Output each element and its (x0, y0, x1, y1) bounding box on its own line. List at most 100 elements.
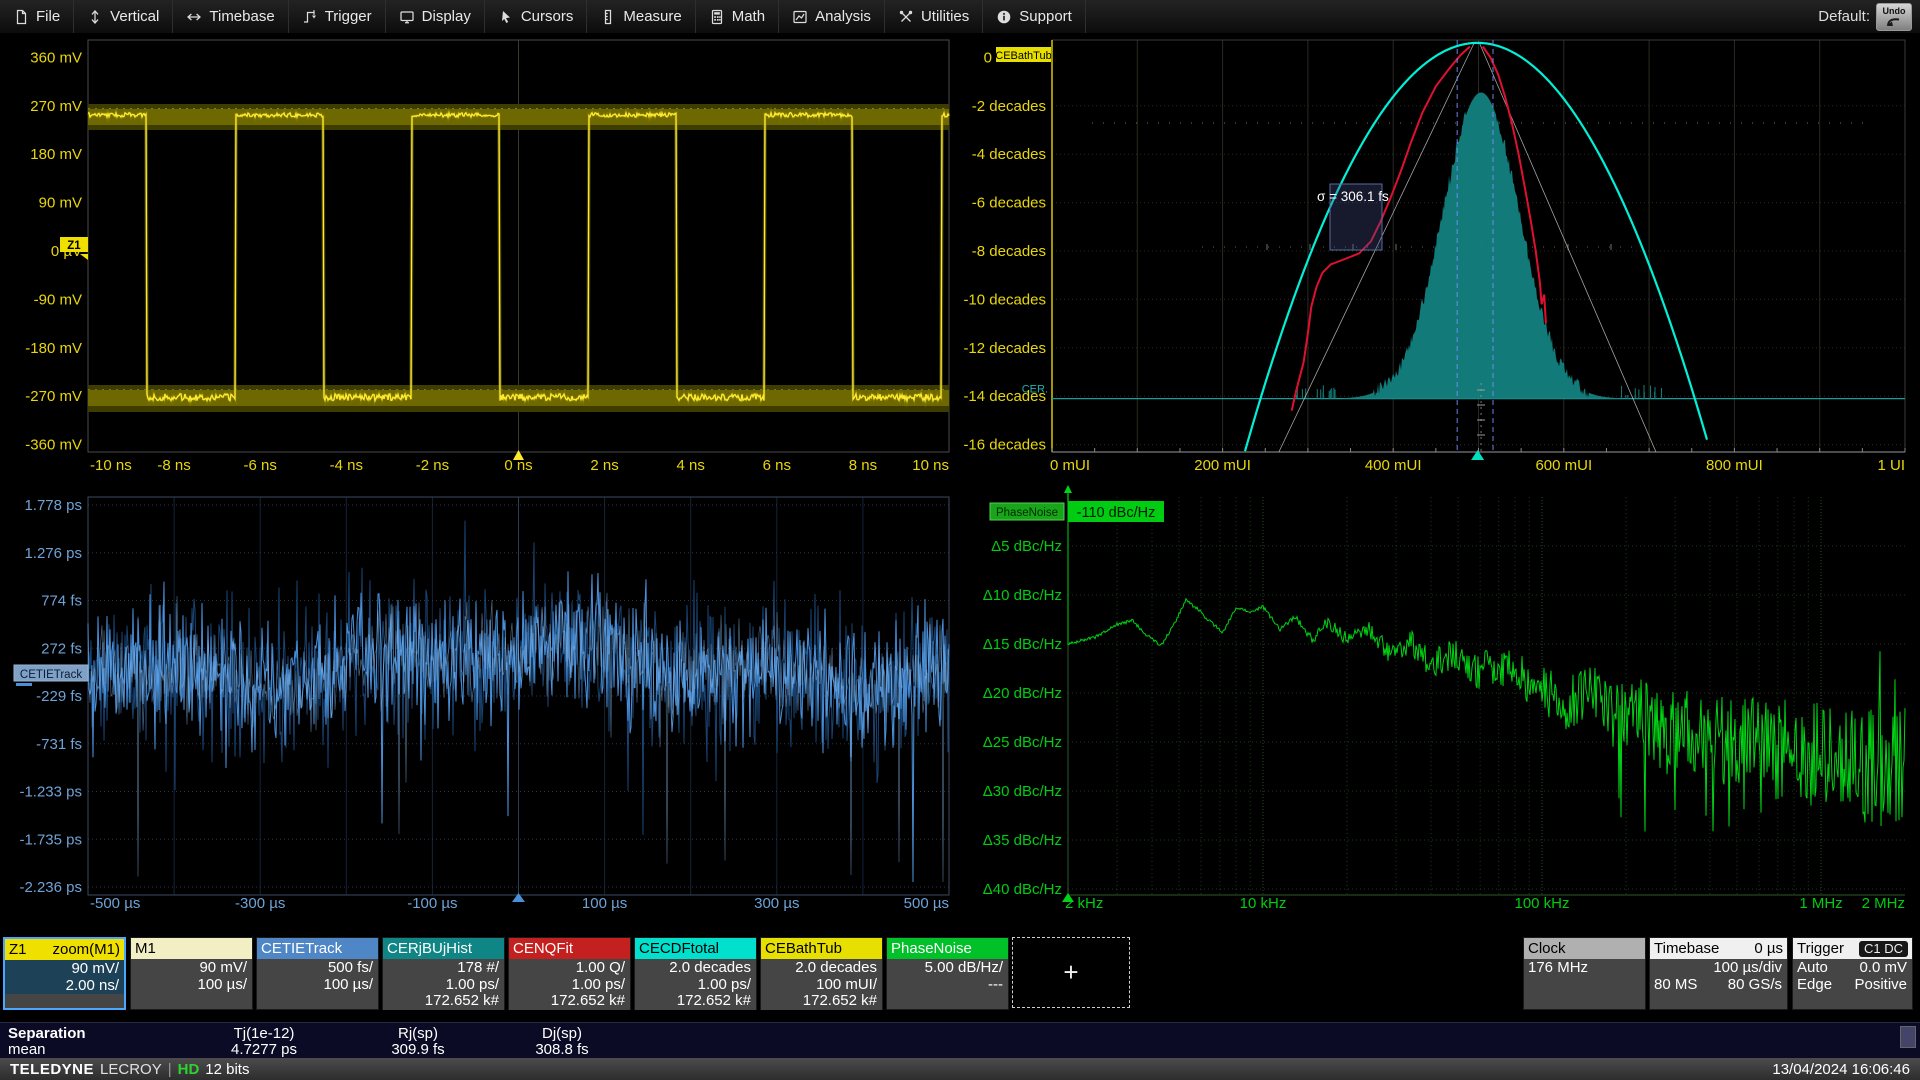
clock-box[interactable]: Clock176 MHz (1523, 937, 1646, 1010)
descriptor-CEBathTub[interactable]: CEBathTub2.0 decades100 mUI/172.652 k# (760, 937, 883, 1010)
menu-items: FileVertical Timebase Trigger Display Cursor… (0, 0, 1086, 33)
svg-text:Δ40 dBc/Hz: Δ40 dBc/Hz (983, 881, 1062, 898)
menu-item-cursors[interactable]: Cursors (485, 0, 588, 33)
svg-text:Δ15 dBc/Hz: Δ15 dBc/Hz (983, 636, 1062, 653)
menu-item-label: Trigger (325, 8, 372, 25)
descriptor-value: 5.00 dB/Hz/ (891, 960, 1003, 977)
descriptor-value: 172.652 k# (513, 993, 625, 1010)
svg-text:-360 mV: -360 mV (25, 437, 82, 454)
svg-text:1.276 ps: 1.276 ps (24, 545, 82, 562)
svg-text:-270 mV: -270 mV (25, 388, 82, 405)
svg-text:-2 decades: -2 decades (972, 98, 1046, 115)
menu-item-support[interactable]: Support (983, 0, 1086, 33)
measure-row-label: Separation (8, 1025, 86, 1042)
svg-text:200 mUI: 200 mUI (1194, 457, 1251, 474)
descriptor-CERjBUjHist[interactable]: CERjBUjHist178 #/1.00 ps/172.652 k# (382, 937, 505, 1010)
descriptor-body: 500 fs/100 µs/ (257, 959, 378, 993)
plot-phase-noise[interactable]: Δ5 dBc/HzΔ10 dBc/HzΔ15 dBc/HzΔ20 dBc/HzΔ… (962, 478, 1920, 930)
status-bar: TELEDYNE LECROY | HD 12 bits 13/04/2024 … (0, 1058, 1920, 1080)
svg-text:Δ35 dBc/Hz: Δ35 dBc/Hz (983, 832, 1062, 849)
tie-trigger-marker[interactable] (512, 893, 525, 902)
svg-text:0 mUI: 0 mUI (1050, 457, 1090, 474)
undo-button[interactable]: Undo (1876, 3, 1912, 31)
descriptor-Z1[interactable]: Z1zoom(M1)90 mV/2.00 ns/ (3, 937, 126, 1010)
measure-col-name: Dj(sp) (542, 1025, 582, 1042)
add-trace-button[interactable]: + (1012, 937, 1130, 1008)
descriptor-CETIETrack[interactable]: CETIETrack500 fs/100 µs/ (256, 937, 379, 1010)
menu-item-timebase[interactable]: Timebase (173, 0, 288, 33)
trigger-box[interactable]: TriggerC1 DCAuto0.0 mVEdgePositive (1792, 937, 1913, 1010)
svg-text:Δ10 dBc/Hz: Δ10 dBc/Hz (983, 587, 1062, 604)
svg-text:300 µs: 300 µs (754, 895, 799, 912)
menu-item-label: Utilities (921, 8, 969, 25)
descriptor-title-right: zoom(M1) (52, 939, 120, 960)
descriptor-value: 172.652 k# (639, 993, 751, 1010)
measure-col-value: 4.7277 ps (231, 1041, 297, 1058)
timebase-box[interactable]: Timebase0 µs100 µs/div80 MS80 GS/s (1649, 937, 1788, 1010)
descriptor-title: CECDFtotal (639, 938, 719, 959)
svg-text:-4 ns: -4 ns (330, 457, 363, 474)
phase-noise-trace-badge[interactable]: PhaseNoise (990, 503, 1064, 520)
descriptor-M1[interactable]: M190 mV/100 µs/ (130, 937, 253, 1010)
timebase-offset: 0 µs (1754, 938, 1783, 959)
measure-col-value: 308.8 fs (535, 1041, 588, 1058)
svg-text:-8 ns: -8 ns (157, 457, 190, 474)
menu-item-label: Timebase (209, 8, 274, 25)
brand-separator: | (168, 1061, 172, 1078)
menu-item-file[interactable]: File (0, 0, 74, 33)
menu-right: Default: Undo (1818, 3, 1920, 31)
menu-item-utilities[interactable]: Utilities (885, 0, 983, 33)
vertical-arrows-icon (87, 9, 103, 25)
menu-item-measure[interactable]: Measure (587, 0, 695, 33)
svg-text:272 fs: 272 fs (41, 640, 82, 657)
svg-text:8 ns: 8 ns (849, 457, 877, 474)
svg-text:180 mV: 180 mV (30, 146, 82, 163)
tie-track-svg: 1.778 ps1.276 ps774 fs272 fs-229 fs-731 … (0, 478, 962, 930)
plot-tie-track[interactable]: 1.778 ps1.276 ps774 fs272 fs-229 fs-731 … (0, 478, 962, 930)
tools-icon (898, 9, 914, 25)
descriptor-header: CEBathTub (761, 938, 882, 959)
menu-item-trigger[interactable]: Trigger (289, 0, 386, 33)
svg-text:PhaseNoise: PhaseNoise (996, 507, 1058, 519)
svg-text:-1.233 ps: -1.233 ps (19, 784, 82, 801)
phase-noise-svg: Δ5 dBc/HzΔ10 dBc/HzΔ15 dBc/HzΔ20 dBc/HzΔ… (962, 478, 1920, 930)
undo-arrow-icon (1885, 16, 1903, 26)
plot-bathtub[interactable]: CER.σ = 306.1 fs0-2 decades-4 decades-6 … (962, 33, 1920, 478)
svg-text:Δ5 dBc/Hz: Δ5 dBc/Hz (991, 538, 1062, 555)
svg-text:Δ30 dBc/Hz: Δ30 dBc/Hz (983, 783, 1062, 800)
tie-trace-badge[interactable]: CETIETrack (14, 665, 88, 686)
timebase-rate: 80 GS/s (1728, 977, 1782, 994)
descriptor-title: CENQFit (513, 938, 573, 959)
menu-item-vertical[interactable]: Vertical (74, 0, 173, 33)
menu-item-math[interactable]: Math (696, 0, 779, 33)
bathtub-trace-badge[interactable]: CEBathTub (995, 47, 1051, 62)
descriptor-CENQFit[interactable]: CENQFit1.00 Q/1.00 ps/172.652 k# (508, 937, 631, 1010)
descriptor-body: 2.0 decades100 mUI/172.652 k# (761, 959, 882, 1010)
descriptor-PhaseNoise[interactable]: PhaseNoise5.00 dB/Hz/--- (886, 937, 1009, 1010)
measure-col-name: Tj(1e-12) (234, 1025, 295, 1042)
svg-text:100 kHz: 100 kHz (1514, 895, 1569, 912)
display-icon (399, 9, 415, 25)
svg-text:CETIETrack: CETIETrack (20, 669, 82, 681)
svg-text:-10 ns: -10 ns (90, 457, 132, 474)
descriptor-CECDFtotal[interactable]: CECDFtotal2.0 decades1.00 ps/172.652 k# (634, 937, 757, 1010)
trigger-source-badge[interactable]: C1 DC (1859, 941, 1908, 957)
menu-item-label: Cursors (521, 8, 574, 25)
descriptor-body: 90 mV/2.00 ns/ (5, 960, 124, 994)
svg-text:-229 fs: -229 fs (36, 688, 82, 705)
datetime: 13/04/2024 16:06:46 (1772, 1061, 1910, 1078)
menu-item-display[interactable]: Display (386, 0, 485, 33)
svg-text:800 mUI: 800 mUI (1706, 457, 1763, 474)
descriptor-value: 2.00 ns/ (9, 978, 119, 995)
svg-text:Z1: Z1 (67, 240, 81, 252)
calculator-icon (709, 9, 725, 25)
descriptor-title: CERjBUjHist (387, 938, 472, 959)
measure-table-scrollbar[interactable] (1900, 1026, 1916, 1048)
menu-item-analysis[interactable]: Analysis (779, 0, 885, 33)
trigger-type: Edge (1797, 977, 1832, 994)
plot-zoom-waveform[interactable]: 360 mV270 mV180 mV90 mV0 µV-90 mV-180 mV… (0, 33, 962, 478)
descriptor-title: CETIETrack (261, 938, 342, 959)
svg-text:-2 ns: -2 ns (416, 457, 449, 474)
trigger-edge-icon (302, 9, 318, 25)
cursor-icon (498, 9, 514, 25)
